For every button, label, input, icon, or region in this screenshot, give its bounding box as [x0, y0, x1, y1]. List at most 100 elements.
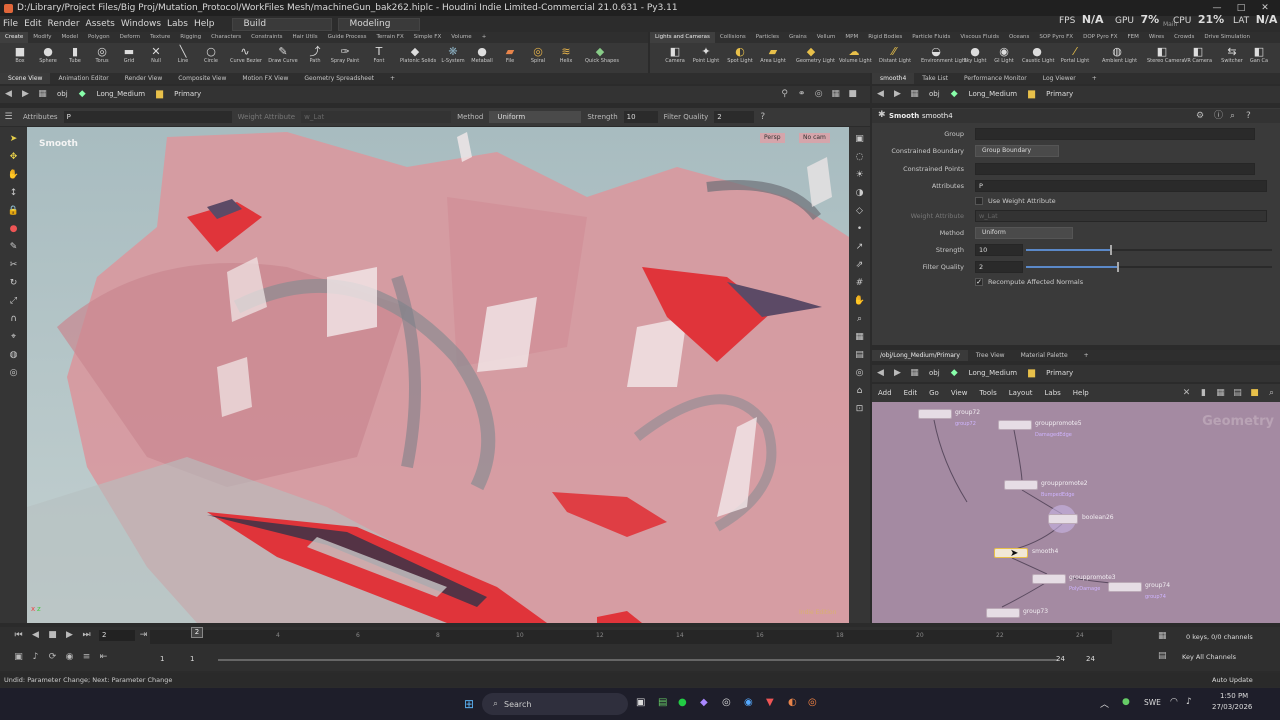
shelf-tab-hair-utils[interactable]: Hair Utils [288, 32, 323, 43]
network-menu-tools[interactable]: Tools [973, 385, 1002, 402]
stop-icon[interactable]: ■ [47, 630, 58, 641]
network-menu-edit[interactable]: Edit [898, 385, 924, 402]
tab-animation-editor[interactable]: Animation Editor [50, 73, 116, 84]
tool-line[interactable]: ╲ Line [168, 43, 198, 73]
shelf-tab-texture[interactable]: Texture [145, 32, 175, 43]
tool-gi-light[interactable]: ◉ GI Light [989, 43, 1019, 73]
tab-performance-monitor[interactable]: Performance Monitor [956, 73, 1035, 84]
params-breadcrumb-primary[interactable]: Primary [1040, 86, 1079, 103]
tool-sky-light[interactable]: ● Sky Light [960, 43, 990, 73]
grid-toggle-icon[interactable]: ▦ [853, 331, 867, 343]
strength-slider[interactable] [1026, 245, 1272, 255]
shelf-tab-oceans[interactable]: Oceans [1004, 32, 1034, 43]
shelf-tab-deform[interactable]: Deform [115, 32, 145, 43]
app-icon-edge[interactable]: ◉ [744, 697, 753, 708]
forward-arrow-icon[interactable]: ▶ [20, 89, 31, 100]
tool-curve-bezier[interactable]: ∿ Curve Bezier [230, 43, 262, 73]
play-forward-icon[interactable]: ▶ [64, 630, 75, 641]
param-search-icon[interactable]: ⌕ [1230, 109, 1235, 123]
tool-metaball[interactable]: ● Metaball [467, 43, 497, 73]
add-shelf-tab-icon[interactable]: + [477, 32, 492, 43]
loop-icon[interactable]: ⟳ [47, 652, 58, 663]
layout-icon[interactable]: ▦ [830, 89, 841, 100]
wireframe-icon[interactable]: ◇ [853, 205, 867, 217]
add-right-tab-icon[interactable]: + [1084, 73, 1105, 84]
back-arrow-icon[interactable]: ◀ [3, 89, 14, 100]
filter-quality-slider[interactable] [1026, 262, 1272, 272]
method-param-dropdown[interactable]: Uniform [975, 227, 1073, 239]
windows-start-icon[interactable]: ⊞ [464, 697, 474, 711]
shelf-tab-collisions[interactable]: Collisions [715, 32, 751, 43]
network-menu-layout[interactable]: Layout [1003, 385, 1039, 402]
tool-point-light[interactable]: ✦ Point Light [691, 43, 721, 73]
add-pane-tab-icon[interactable]: + [382, 73, 403, 84]
pose-tool-icon[interactable]: ✥ [7, 151, 21, 163]
tray-chevron-icon[interactable]: ︿ [1100, 697, 1109, 710]
normal-display-icon[interactable]: ↗ [853, 241, 867, 253]
network-color-icon[interactable]: ■ [1249, 388, 1260, 399]
params-forward-icon[interactable]: ▶ [892, 89, 903, 100]
tab-motion-fx-view[interactable]: Motion FX View [234, 73, 296, 84]
tool-camera[interactable]: ◧ Camera [660, 43, 690, 73]
current-frame-marker[interactable]: 2 [191, 627, 203, 638]
breadcrumb-obj[interactable]: obj [51, 86, 74, 103]
taskbar-search[interactable]: ⌕ Search [482, 693, 628, 715]
global-anim-icon[interactable]: ◉ [64, 652, 75, 663]
menu-windows[interactable]: Windows [121, 19, 161, 29]
link-icon[interactable]: ⚭ [796, 89, 807, 100]
constrained-boundary-dropdown[interactable]: Group Boundary [975, 145, 1059, 157]
spotify-icon[interactable]: ● [678, 697, 687, 708]
node-grouppromote5[interactable] [998, 420, 1032, 430]
param-settings-icon[interactable]: ⚙ [1196, 109, 1204, 123]
recompute-normals-checkbox[interactable]: ✓ [975, 278, 983, 286]
menu-help[interactable]: Help [194, 19, 215, 29]
tool-draw-curve[interactable]: ✎ Draw Curve [268, 43, 298, 73]
node-name-input[interactable]: smooth4 [922, 109, 953, 123]
method-dropdown[interactable]: Uniform [489, 111, 582, 123]
add-network-tab-icon[interactable]: + [1076, 350, 1097, 361]
audio-icon[interactable]: ♪ [30, 652, 41, 663]
home-icon[interactable]: ⌂ [853, 385, 867, 397]
shelf-tab-polygon[interactable]: Polygon [83, 32, 115, 43]
weight-attribute-input[interactable]: w_Lat [301, 111, 452, 123]
node-group72[interactable] [918, 409, 952, 419]
tool-ambient-light[interactable]: ◍ Ambient Light [1102, 43, 1137, 73]
tool-box[interactable]: ■ Box [5, 43, 35, 73]
scene-viewport[interactable]: x z Smooth Persp No cam Indie Edition [27, 127, 849, 623]
light-icon[interactable]: ☀ [853, 169, 867, 181]
shelf-tab-characters[interactable]: Characters [206, 32, 246, 43]
use-weight-checkbox[interactable] [975, 197, 983, 205]
desktop-build-dropdown[interactable]: Build [231, 17, 332, 31]
keys-icon[interactable]: ▦ [1158, 631, 1167, 641]
constrained-points-input[interactable] [975, 163, 1255, 175]
shading-icon[interactable]: ◑ [853, 187, 867, 199]
view-tool-icon[interactable]: ✋ [7, 169, 21, 181]
clock-date[interactable]: 27/03/2026 [1212, 703, 1252, 711]
ghost-icon[interactable]: ◌ [853, 151, 867, 163]
strength-input[interactable]: 10 [623, 111, 658, 123]
attributes-param-input[interactable]: P [975, 180, 1267, 192]
network-menu-help[interactable]: Help [1067, 385, 1095, 402]
tab-scene-view[interactable]: Scene View [0, 73, 51, 84]
houdini-taskbar-icon[interactable]: ◎ [808, 697, 817, 708]
shelf-tab-dop-pyro-fx[interactable]: DOP Pyro FX [1078, 32, 1122, 43]
camera-dropdown[interactable]: No cam [799, 133, 830, 143]
network-wrench-icon[interactable]: ✕ [1181, 388, 1192, 399]
network-editor[interactable]: Geometry group72 group72 grouppromote5 D… [872, 402, 1280, 623]
tool-quick-shapes[interactable]: ◆ Quick Shapes [585, 43, 619, 73]
key-all-channels-button[interactable]: Key All Channels [1182, 653, 1236, 661]
shelf-tab-wires[interactable]: Wires [1144, 32, 1169, 43]
tab-log-viewer[interactable]: Log Viewer [1035, 73, 1084, 84]
shelf-tab-grains[interactable]: Grains [784, 32, 812, 43]
param-info-icon[interactable]: ⓘ [1214, 109, 1223, 123]
node-grouppromote2[interactable] [1004, 480, 1038, 490]
group-input[interactable] [975, 128, 1255, 140]
network-menu-go[interactable]: Go [923, 385, 945, 402]
menu-edit[interactable]: Edit [24, 19, 41, 29]
step-icon[interactable]: ⇥ [138, 630, 149, 641]
tab-composite-view[interactable]: Composite View [170, 73, 234, 84]
tool-gan-ca[interactable]: ◧ Gan Ca [1246, 43, 1272, 73]
strength-param-input[interactable]: 10 [975, 244, 1023, 256]
network-back-icon[interactable]: ◀ [875, 368, 886, 379]
tool-helix[interactable]: ≋ Helix [551, 43, 581, 73]
